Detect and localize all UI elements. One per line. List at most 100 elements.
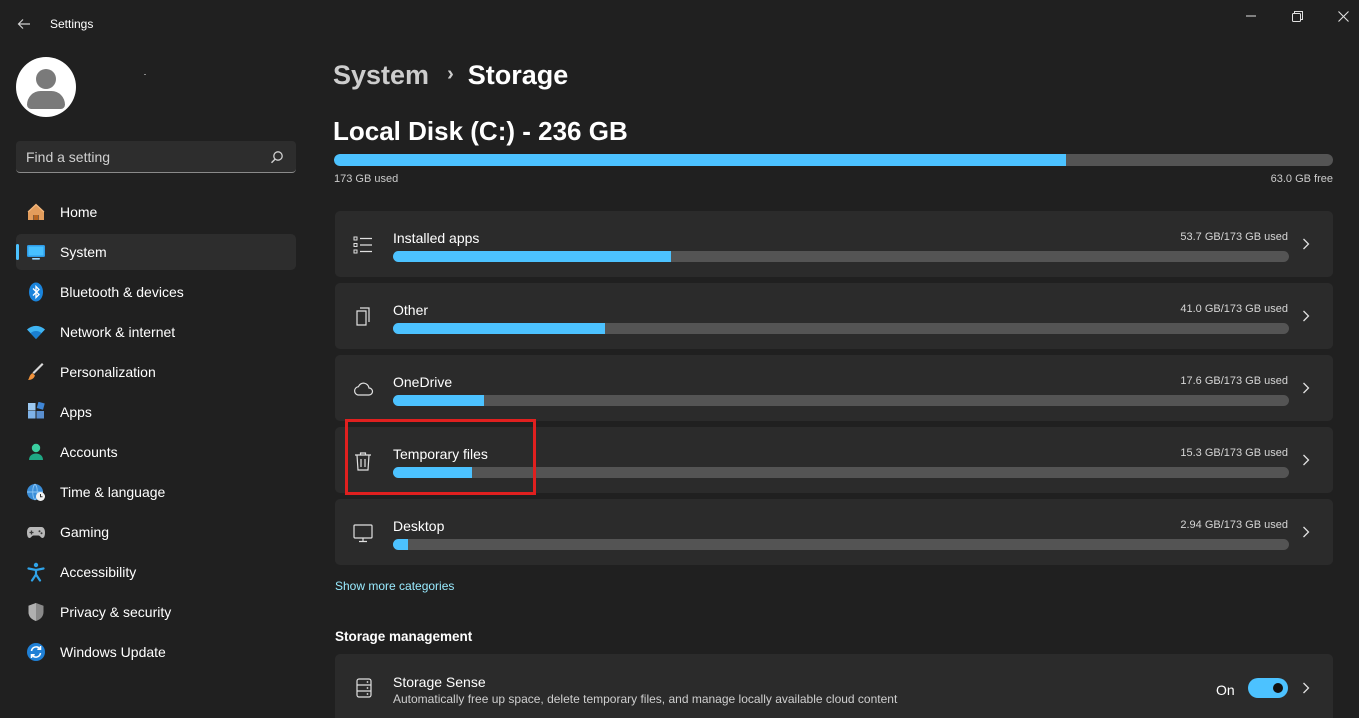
accessibility-icon: [27, 562, 45, 582]
disk-used-label: 173 GB used: [334, 173, 399, 185]
category-onedrive[interactable]: OneDrive 17.6 GB/173 GB used: [335, 355, 1333, 421]
monitor-icon: [353, 524, 373, 543]
search-icon[interactable]: [270, 150, 284, 164]
search-input[interactable]: [26, 147, 256, 167]
category-installed-apps[interactable]: Installed apps 53.7 GB/173 GB used: [335, 211, 1333, 277]
maximize-icon: [1291, 10, 1303, 22]
sidebar-nav: Home System Bluetooth & devices Network …: [16, 194, 296, 674]
sidebar-item-label: Gaming: [60, 524, 110, 540]
category-bar: [393, 539, 1289, 550]
chevron-right-icon: [1303, 310, 1310, 322]
category-usage: 15.3 GB/173 GB used: [1180, 447, 1288, 459]
trash-icon: [355, 452, 371, 471]
home-icon: [27, 203, 45, 220]
disk-free-label: 63.0 GB free: [1270, 173, 1333, 185]
sidebar-item-label: System: [60, 244, 107, 260]
category-other[interactable]: Other 41.0 GB/173 GB used: [335, 283, 1333, 349]
app-title: Settings: [50, 17, 94, 31]
sidebar-item-label: Home: [60, 204, 98, 220]
back-arrow-icon: [17, 19, 30, 29]
sidebar-item-label: Apps: [60, 404, 92, 420]
avatar-body: [27, 91, 65, 109]
sidebar-item-home[interactable]: Home: [16, 194, 296, 230]
sidebar-item-label: Personalization: [60, 364, 156, 380]
sidebar-item-gaming[interactable]: Gaming: [16, 514, 296, 550]
category-bar-fill: [393, 539, 409, 550]
storage-sense-title: Storage Sense: [393, 674, 486, 690]
category-bar: [393, 251, 1289, 262]
chevron-right-icon: [1303, 238, 1310, 250]
storage-sense-description: Automatically free up space, delete temp…: [393, 692, 898, 706]
category-bar: [393, 467, 1289, 478]
storage-sense-state-label: On: [1216, 682, 1235, 698]
show-more-categories-link[interactable]: Show more categories: [335, 579, 454, 593]
globe-clock-icon: [27, 483, 45, 501]
system-icon: [27, 245, 45, 260]
chevron-right-icon: [1303, 382, 1310, 394]
sidebar-item-windows-update[interactable]: Windows Update: [16, 634, 296, 670]
apps-icon: [28, 402, 45, 419]
minimize-button[interactable]: [1228, 0, 1274, 32]
sidebar-item-label: Time & language: [60, 484, 166, 500]
category-usage: 41.0 GB/173 GB used: [1180, 303, 1288, 315]
category-bar-fill: [393, 251, 671, 262]
sidebar-item-system[interactable]: System: [16, 234, 296, 270]
user-avatar[interactable]: [16, 57, 76, 117]
category-usage: 53.7 GB/173 GB used: [1180, 231, 1288, 243]
maximize-button[interactable]: [1274, 0, 1320, 32]
wifi-icon: [27, 325, 45, 339]
sidebar-item-label: Accessibility: [60, 564, 137, 580]
sidebar-item-bluetooth[interactable]: Bluetooth & devices: [16, 274, 296, 310]
minimize-icon: [1246, 15, 1256, 17]
sidebar-item-network[interactable]: Network & internet: [16, 314, 296, 350]
close-icon: [1337, 10, 1349, 22]
sidebar-item-accounts[interactable]: Accounts: [16, 434, 296, 470]
sidebar-item-personalization[interactable]: Personalization: [16, 354, 296, 390]
sidebar-item-label: Bluetooth & devices: [60, 284, 184, 300]
accounts-icon: [29, 443, 43, 460]
breadcrumb: System › Storage: [333, 60, 568, 91]
category-desktop[interactable]: Desktop 2.94 GB/173 GB used: [335, 499, 1333, 565]
page-title: Storage: [467, 60, 569, 90]
sidebar-item-privacy-security[interactable]: Privacy & security: [16, 594, 296, 630]
disk-usage-fill: [334, 154, 1067, 166]
breadcrumb-separator: ›: [447, 63, 454, 85]
user-name-placeholder: [144, 74, 146, 75]
category-label: Temporary files: [393, 446, 488, 462]
category-label: Installed apps: [393, 230, 480, 246]
category-bar: [393, 395, 1289, 406]
category-bar-fill: [393, 467, 472, 478]
close-button[interactable]: [1320, 0, 1359, 32]
breadcrumb-parent-link[interactable]: System: [333, 60, 429, 90]
sidebar-item-label: Accounts: [60, 444, 118, 460]
category-temporary-files[interactable]: Temporary files 15.3 GB/173 GB used: [335, 427, 1333, 493]
storage-category-list: Installed apps 53.7 GB/173 GB used Other…: [335, 211, 1333, 571]
sidebar-item-apps[interactable]: Apps: [16, 394, 296, 430]
category-usage: 2.94 GB/173 GB used: [1180, 519, 1288, 531]
title-bar: Settings: [0, 0, 1359, 48]
list-icon: [353, 236, 372, 254]
storage-sense-toggle[interactable]: [1248, 678, 1288, 698]
category-bar-fill: [393, 323, 606, 334]
back-button[interactable]: [12, 12, 36, 36]
category-bar-fill: [393, 395, 485, 406]
brush-icon: [28, 363, 44, 380]
search-box[interactable]: [16, 141, 296, 173]
disk-title: Local Disk (C:) - 236 GB: [333, 116, 628, 146]
category-usage: 17.6 GB/173 GB used: [1180, 375, 1288, 387]
storage-drive-icon: [356, 678, 372, 698]
toggle-knob: [1273, 683, 1283, 693]
bluetooth-icon: [29, 282, 43, 302]
category-label: Other: [393, 302, 429, 318]
sidebar-item-accessibility[interactable]: Accessibility: [16, 554, 296, 590]
category-label: Desktop: [393, 518, 445, 534]
chevron-right-icon: [1303, 682, 1310, 694]
storage-management-heading: Storage management: [335, 629, 473, 644]
sidebar-item-time-language[interactable]: Time & language: [16, 474, 296, 510]
category-bar: [393, 323, 1289, 334]
document-icon: [356, 307, 370, 326]
storage-sense-card[interactable]: Storage Sense Automatically free up spac…: [335, 654, 1333, 718]
category-label: OneDrive: [393, 374, 453, 390]
sidebar-item-label: Windows Update: [60, 644, 166, 660]
gamepad-icon: [27, 527, 45, 538]
